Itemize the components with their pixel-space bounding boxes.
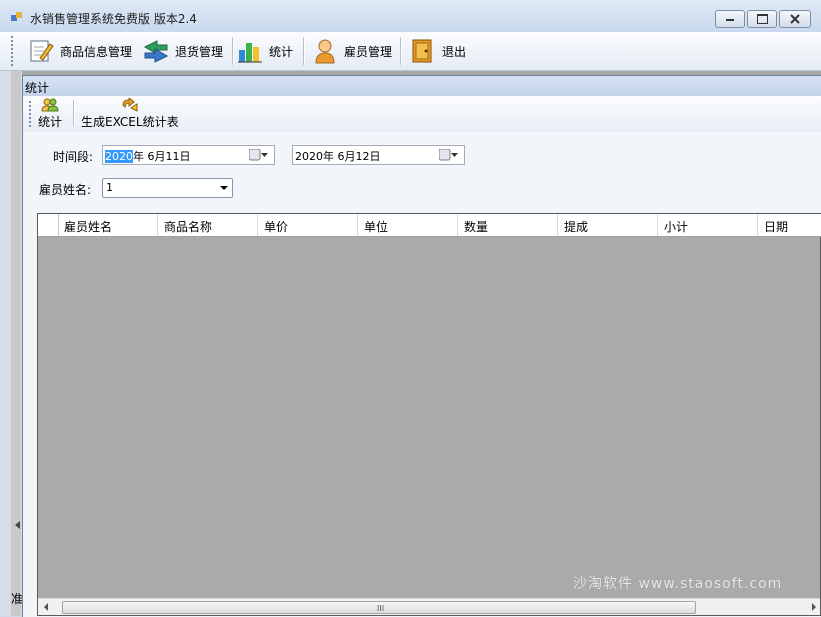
minimize-icon xyxy=(726,19,734,21)
employee-select[interactable]: 1 xyxy=(102,178,233,198)
column-header-employee-name[interactable]: 雇员姓名 xyxy=(58,214,158,236)
toolbar-item-employees[interactable]: 雇员管理 xyxy=(312,32,392,70)
watermark: 沙淘软件 www.staosoft.com xyxy=(573,576,783,592)
toolbar-separator xyxy=(73,100,75,126)
period-label: 时间段: xyxy=(53,150,94,164)
child-window-title: 统计 xyxy=(25,81,50,95)
calendar-dropdown-icon[interactable] xyxy=(439,149,459,161)
start-date-value[interactable]: 2020年 6月11日 xyxy=(105,148,191,164)
row-header-corner[interactable] xyxy=(38,214,59,236)
window-title: 水销售管理系统免费版 版本2.4 xyxy=(30,12,197,26)
column-header-quantity[interactable]: 数量 xyxy=(458,214,558,236)
calendar-dropdown-icon[interactable] xyxy=(249,149,269,161)
column-header-date[interactable]: 日期 xyxy=(758,214,820,236)
toolbar-separator xyxy=(303,37,305,65)
employee-label: 雇员姓名: xyxy=(39,183,92,197)
app-icon xyxy=(11,12,22,21)
toolbar-item-statistics[interactable]: 统计 xyxy=(237,32,293,70)
child-title-bar[interactable]: 统计 xyxy=(23,76,821,96)
bar-chart-icon xyxy=(238,43,262,63)
start-date-selected-part: 2020 xyxy=(105,150,133,163)
column-header-product-name[interactable]: 商品名称 xyxy=(158,214,258,236)
start-date-picker[interactable]: 2020年 6月11日 xyxy=(102,145,275,165)
end-date-picker[interactable]: 2020年 6月12日 xyxy=(292,145,465,165)
main-window: 水销售管理系统免费版 版本2.4 商品信息管理 退货管理 统计 雇员管理 退出 … xyxy=(0,0,821,617)
end-date-value[interactable]: 2020年 6月12日 xyxy=(295,148,381,164)
scroll-left-icon[interactable] xyxy=(15,521,21,529)
scroll-left-arrow-icon[interactable] xyxy=(44,603,48,611)
toolbar-grip[interactable] xyxy=(11,36,13,66)
exit-door-icon xyxy=(412,39,432,63)
toolbar-grip[interactable] xyxy=(29,101,31,127)
title-bar[interactable]: 水销售管理系统免费版 版本2.4 xyxy=(0,0,821,32)
toolbar-separator xyxy=(400,37,402,65)
column-header-unit[interactable]: 单位 xyxy=(358,214,458,236)
return-arrows-icon xyxy=(143,40,169,63)
column-header-commission[interactable]: 提成 xyxy=(558,214,658,236)
close-icon xyxy=(790,14,800,24)
chevron-down-icon xyxy=(220,186,228,190)
toolbar-item-exit[interactable]: 退出 xyxy=(410,32,466,70)
toolbar-item-label: 统计 xyxy=(269,44,294,59)
statistics-button-label: 统计 xyxy=(38,115,63,129)
scrollbar-thumb[interactable]: III xyxy=(62,601,696,614)
main-toolbar: 商品信息管理 退货管理 统计 雇员管理 退出 xyxy=(0,32,821,71)
horizontal-scrollbar[interactable]: III xyxy=(38,598,820,615)
toolbar-item-product-info[interactable]: 商品信息管理 xyxy=(28,32,132,70)
toolbar-item-label: 雇员管理 xyxy=(344,44,393,59)
toolbar-item-returns[interactable]: 退货管理 xyxy=(143,32,223,70)
minimize-button[interactable] xyxy=(715,10,745,28)
statistics-grid[interactable]: 雇员姓名 商品名称 单价 单位 数量 提成 小计 日期 沙淘软件 www.sta… xyxy=(37,213,821,616)
users-icon xyxy=(41,98,59,112)
maximize-icon xyxy=(757,14,768,24)
export-excel-button[interactable]: 生成EXCEL统计表 xyxy=(81,98,179,130)
statistics-button[interactable]: 统计 xyxy=(38,98,62,130)
edit-document-icon xyxy=(30,40,54,62)
employee-select-value: 1 xyxy=(106,181,113,194)
child-toolbar: 统计 生成EXCEL统计表 xyxy=(23,96,821,132)
toolbar-item-label: 退货管理 xyxy=(175,44,224,59)
toolbar-item-label: 退出 xyxy=(442,44,467,59)
employee-icon xyxy=(315,39,335,64)
column-header-subtotal[interactable]: 小计 xyxy=(658,214,758,236)
toolbar-item-label: 商品信息管理 xyxy=(60,44,133,59)
start-date-rest: 年 6月11日 xyxy=(133,150,191,163)
export-excel-button-label: 生成EXCEL统计表 xyxy=(81,115,179,129)
maximize-button[interactable] xyxy=(747,10,777,28)
column-header-unit-price[interactable]: 单价 xyxy=(258,214,358,236)
scroll-right-arrow-icon[interactable] xyxy=(812,603,816,611)
grid-header: 雇员姓名 商品名称 单价 单位 数量 提成 小计 日期 xyxy=(38,214,821,237)
close-button[interactable] xyxy=(779,10,811,28)
background-window-edge xyxy=(0,71,22,616)
scroll-grip: III xyxy=(377,604,385,613)
toolbar-separator xyxy=(232,37,234,65)
export-icon xyxy=(122,98,138,112)
